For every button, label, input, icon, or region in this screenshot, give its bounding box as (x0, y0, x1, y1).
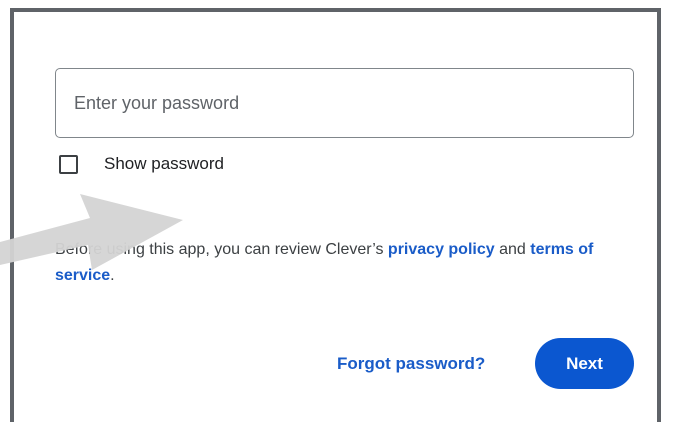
page: Show password Before using this app, you… (0, 0, 675, 422)
show-password-label[interactable]: Show password (104, 154, 224, 174)
password-field[interactable] (55, 68, 634, 138)
show-password-row[interactable]: Show password (59, 152, 224, 176)
privacy-notice-and: and (494, 241, 531, 258)
privacy-policy-link[interactable]: privacy policy (388, 241, 495, 258)
next-button[interactable]: Next (535, 338, 634, 389)
privacy-notice: Before using this app, you can review Cl… (55, 237, 645, 289)
show-password-checkbox[interactable] (59, 154, 78, 174)
password-input[interactable] (74, 69, 614, 137)
privacy-notice-prefix: Before using this app, you can review Cl… (55, 241, 388, 258)
forgot-password-link[interactable]: Forgot password? (337, 352, 485, 376)
privacy-notice-suffix: . (110, 267, 115, 284)
